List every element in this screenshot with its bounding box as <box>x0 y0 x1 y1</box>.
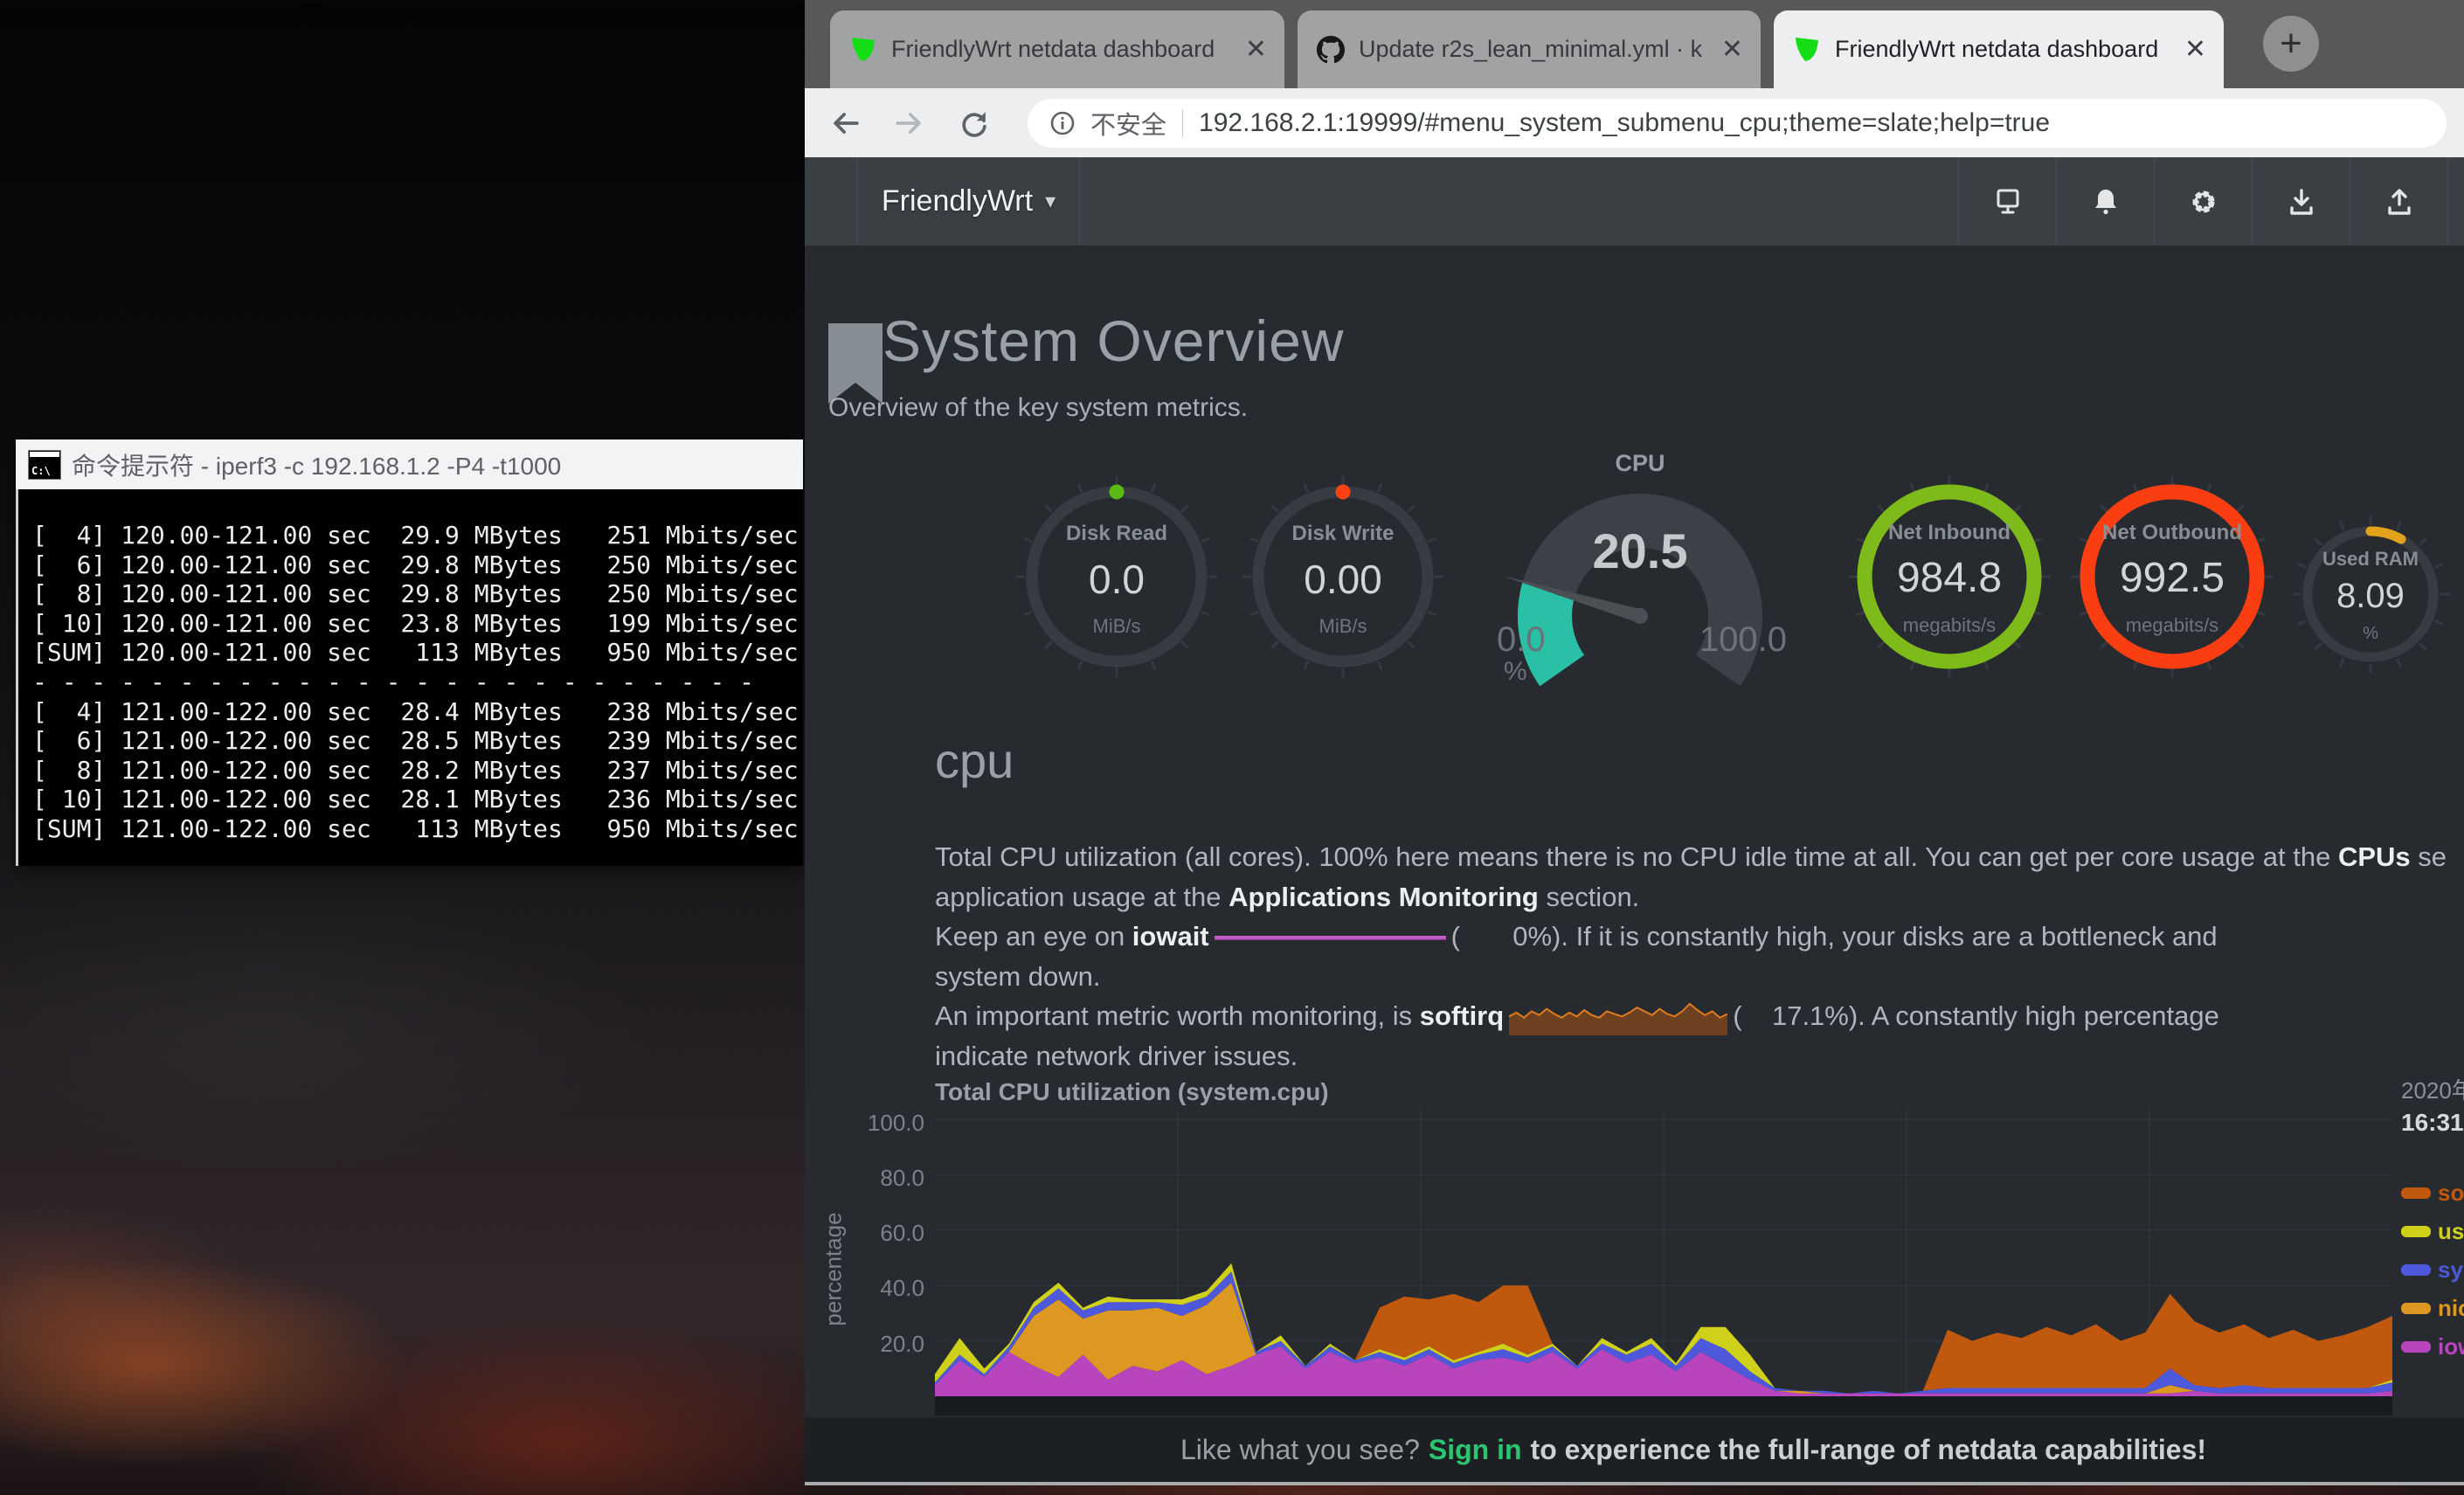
info-icon[interactable] <box>1047 107 1078 139</box>
forward-arrow-icon <box>889 104 928 142</box>
sign-in-link[interactable]: Sign in <box>1429 1434 1522 1466</box>
tab-title: Update r2s_lean_minimal.yml · k <box>1359 36 1714 63</box>
x-axis-strip <box>935 1396 2392 1415</box>
print-dashboard-button[interactable] <box>1958 157 2056 246</box>
y-tick: 80.0 <box>828 1165 924 1192</box>
y-tick: 100.0 <box>828 1110 924 1137</box>
softirq-sparkline <box>1509 1000 1727 1035</box>
bell-icon <box>2088 184 2123 219</box>
gear-icon <box>2186 184 2221 219</box>
swatch-softirq <box>2401 1187 2431 1199</box>
gauge-used-ram[interactable]: Used RAM 8.09 % <box>2283 507 2458 682</box>
tab-title: FriendlyWrt netdata dashboard <box>1835 36 2177 63</box>
reload-button[interactable] <box>950 99 999 148</box>
settings-button[interactable] <box>2154 157 2252 246</box>
terminal-window[interactable]: C:\ 命令提示符 - iperf3 -c 192.168.1.2 -P4 -t… <box>16 440 803 866</box>
terminal-titlebar[interactable]: C:\ 命令提示符 - iperf3 -c 192.168.1.2 -P4 -t… <box>16 440 803 489</box>
y-tick: 20.0 <box>828 1331 924 1358</box>
legend-item-iowait[interactable]: iow <box>2401 1333 2464 1360</box>
omnibox-separator <box>1182 109 1183 137</box>
swatch-iowait <box>2401 1341 2431 1353</box>
back-button[interactable] <box>821 99 870 148</box>
address-bar[interactable]: 不安全 192.168.2.1:19999/#menu_system_subme… <box>1028 99 2447 148</box>
applications-monitoring-link[interactable]: Applications Monitoring <box>1229 882 1539 912</box>
legend-time: 16:31:2 <box>2401 1109 2464 1137</box>
back-arrow-icon <box>827 104 865 142</box>
browser-toolbar: 不安全 192.168.2.1:19999/#menu_system_subme… <box>805 88 2464 157</box>
download-icon <box>2284 184 2319 219</box>
github-icon <box>1317 36 1345 64</box>
terminal-title: 命令提示符 - iperf3 -c 192.168.1.2 -P4 -t1000 <box>72 447 561 482</box>
netdata-navbar: FriendlyWrt ▾ <box>805 157 2464 246</box>
tab-close-icon[interactable]: ✕ <box>2184 34 2206 65</box>
terminal-body[interactable]: [ 4] 120.00-121.00 sec 29.9 MBytes 251 M… <box>16 489 803 866</box>
import-settings-button[interactable] <box>2252 157 2350 246</box>
stacked-area-chart <box>935 1108 2392 1396</box>
chart-legend: 2020年3 16:31:2 soft use sys nice iow <box>2401 1073 2464 1360</box>
tab-github[interactable]: Update r2s_lean_minimal.yml · k ✕ <box>1298 10 1761 88</box>
monitor-icon <box>1990 184 2025 219</box>
cpus-link[interactable]: CPUs <box>2338 841 2411 872</box>
gauge-cpu[interactable]: CPU 20.5 0.0 100.0 % <box>1492 446 1789 695</box>
cpu-utilization-chart[interactable] <box>935 1108 2392 1396</box>
tab-close-icon[interactable]: ✕ <box>1721 34 1743 65</box>
netdata-shield-icon <box>1793 36 1821 64</box>
bookmark-icon <box>828 323 882 404</box>
legend-date: 2020年3 <box>2401 1073 2464 1105</box>
forward-button[interactable] <box>884 99 933 148</box>
legend-item-system[interactable]: sys <box>2401 1256 2464 1284</box>
netdata-shield-icon <box>849 36 877 64</box>
gauge-net-outbound[interactable]: Net Outbound 992.5 megabits/s <box>2063 467 2281 686</box>
swatch-system <box>2401 1264 2431 1276</box>
alarms-button[interactable] <box>2056 157 2154 246</box>
tab-friendlywrt-2-active[interactable]: FriendlyWrt netdata dashboard ✕ <box>1774 10 2224 88</box>
swatch-user <box>2401 1226 2431 1237</box>
security-label: 不安全 <box>1090 105 1166 142</box>
gauge-net-inbound[interactable]: Net Inbound 984.8 megabits/s <box>1840 467 2059 686</box>
tab-title: FriendlyWrt netdata dashboard <box>891 36 1238 63</box>
new-tab-button[interactable]: + <box>2263 16 2319 72</box>
tab-friendlywrt-1[interactable]: FriendlyWrt netdata dashboard ✕ <box>830 10 1284 88</box>
cpu-description: Total CPU utilization (all cores). 100% … <box>935 837 2464 1076</box>
chart-title: Total CPU utilization (system.cpu) <box>935 1078 1329 1106</box>
gauge-disk-read[interactable]: Disk Read 0.0 MiB/s <box>1012 472 1222 682</box>
export-settings-button[interactable] <box>2350 157 2448 246</box>
iowait-sparkline <box>1215 936 1446 940</box>
host-dropdown[interactable]: FriendlyWrt ▾ <box>857 157 1080 246</box>
legend-item-user[interactable]: use <box>2401 1218 2464 1245</box>
cpu-section-heading: cpu <box>935 732 1014 789</box>
reload-icon <box>955 104 993 142</box>
cmd-prompt-icon: C:\ <box>28 450 61 480</box>
gauge-disk-write[interactable]: Disk Write 0.00 MiB/s <box>1238 472 1448 682</box>
tab-close-icon[interactable]: ✕ <box>1245 34 1267 65</box>
signin-banner: Like what you see? Sign in to experience… <box>805 1417 2464 1482</box>
page-subtitle: Overview of the key system metrics. <box>828 393 1248 423</box>
swatch-nice <box>2401 1303 2431 1314</box>
y-axis-label: percentage <box>820 1208 848 1331</box>
legend-item-nice[interactable]: nice <box>2401 1295 2464 1322</box>
tab-strip: FriendlyWrt netdata dashboard ✕ Update r… <box>805 0 2464 88</box>
browser-window: FriendlyWrt netdata dashboard ✕ Update r… <box>805 0 2464 1485</box>
terminal-output: [ 4] 120.00-121.00 sec 29.9 MBytes 251 M… <box>18 489 803 844</box>
upload-icon <box>2382 184 2417 219</box>
legend-item-softirq[interactable]: soft <box>2401 1180 2464 1207</box>
page-title: System Overview <box>882 308 1344 374</box>
chevron-down-icon: ▾ <box>1045 189 1056 214</box>
url-text[interactable]: 192.168.2.1:19999/#menu_system_submenu_c… <box>1199 108 2050 138</box>
